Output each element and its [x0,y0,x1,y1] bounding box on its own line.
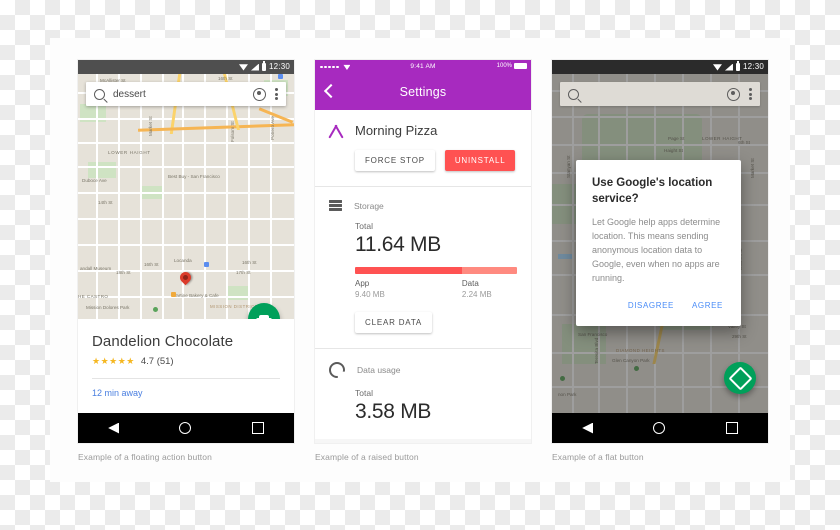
status-time: 12:30 [268,62,290,71]
phone-mock-raised: 9:41 AM 100% Settings Morning Pizza FORC… [315,60,531,462]
wifi-icon [238,64,248,71]
nav-back-icon[interactable] [108,422,120,434]
map-canvas[interactable]: McAllister St LOWER HAIGHT Duboce Ave 14… [78,74,294,319]
nav-home-icon[interactable] [179,422,192,434]
storage-total-label: Total [355,221,373,231]
navigation-diamond-icon [727,365,753,391]
storage-legend-app: App 9.40 MB [355,279,462,299]
battery-icon [514,63,527,69]
storage-legend-data: Data 2.24 MB [462,279,492,299]
back-chevron-icon[interactable] [323,83,339,99]
data-usage-totals: Total 3.58 MB [355,388,517,424]
search-input[interactable]: dessert [113,89,253,100]
force-stop-button[interactable]: FORCE STOP [355,150,435,171]
overflow-menu-icon[interactable] [275,87,278,101]
storage-app-label: App [355,279,370,288]
storage-totals: Total 11.64 MB App 9.40 MB Data 2.24 MB … [355,221,517,333]
phone3-caption: Example of a flat button [552,452,644,462]
phone1-screen: McAllister St LOWER HAIGHT Duboce Ave 14… [78,60,294,443]
storage-app-value: 9.40 MB [355,290,385,299]
signal-icon [250,63,259,71]
system-nav-bar [78,413,294,443]
storage-card: Storage Total 11.64 MB App 9.40 MB Data … [315,187,531,349]
app-action-buttons: FORCE STOP UNINSTALL [355,150,517,171]
page-title: Settings [399,85,447,99]
phone3-screen: Fulton St ALAMO SQUARE Page St Haight St… [552,60,768,443]
system-nav-bar [552,413,768,443]
phone-mock-flat: Fulton St ALAMO SQUARE Page St Haight St… [552,60,768,462]
storage-data-label: Data [461,279,479,288]
search-icon [568,88,579,100]
showcase-stage: McAllister St LOWER HAIGHT Duboce Ave 14… [0,0,840,530]
data-usage-section-label: Data usage [357,365,401,375]
data-usage-card: Data usage Total 3.58 MB [315,349,531,439]
storage-section-label: Storage [354,200,384,211]
agree-button[interactable]: AGREE [690,299,725,312]
status-bar: 12:30 [552,60,768,74]
dialog-title: Use Google's location service? [592,177,713,205]
dialog-body: Let Google help apps determine location.… [592,217,721,283]
settings-scroll[interactable]: Morning Pizza FORCE STOP UNINSTALL Stora… [315,110,531,443]
app-header-card: Morning Pizza FORCE STOP UNINSTALL [315,110,531,187]
app-name: Morning Pizza [355,123,438,138]
storage-bar-app-segment [355,267,462,274]
storage-total-value: 11.64 MB [355,233,441,256]
data-usage-icon [329,362,345,378]
app-row: Morning Pizza [328,123,517,138]
floating-action-button[interactable] [724,362,756,394]
battery-icon [735,61,740,71]
nav-back-icon[interactable] [582,422,594,434]
data-usage-total-value: 3.58 MB [355,400,432,423]
search-bar[interactable] [560,82,760,106]
storage-bar [355,267,517,274]
phone2-caption: Example of a raised button [315,452,419,462]
dialog-actions: DISAGREE AGREE [592,299,725,320]
wifi-icon [712,64,722,71]
eta-link[interactable]: 12 min away [92,388,280,398]
uninstall-button[interactable]: UNINSTALL [444,150,516,171]
my-location-icon[interactable] [727,87,740,101]
status-bar: 12:30 [78,60,294,74]
my-location-icon[interactable] [253,87,266,101]
battery-icon [261,61,266,71]
status-bar: 9:41 AM 100% [315,60,531,74]
storage-data-value: 2.24 MB [461,290,492,299]
place-title: Dandelion Chocolate [92,333,234,350]
nav-recents-icon[interactable] [251,422,264,434]
battery-indicator: 100% [497,63,527,69]
clear-data-button[interactable]: CLEAR DATA [355,312,433,333]
overflow-menu-icon[interactable] [749,87,752,101]
battery-percent: 100% [496,63,512,69]
nav-home-icon[interactable] [653,422,666,434]
storage-section-header: Storage [329,200,517,211]
search-icon [94,88,105,100]
signal-icon [724,63,733,71]
status-time: 12:30 [742,62,764,71]
divider [92,378,280,379]
storage-icon [329,200,342,211]
search-bar[interactable]: dessert [86,82,286,106]
data-usage-section-header: Data usage [329,362,517,378]
location-permission-dialog: Use Google's location service? Let Googl… [576,160,741,326]
rating-row: ★★★★★ 4.7 (51) [92,356,280,367]
star-rating-icon: ★★★★★ [92,356,135,366]
rating-value: 4.7 (51) [140,356,174,367]
app-bar: Settings [315,74,531,110]
storage-legend: App 9.40 MB Data 2.24 MB [355,279,517,299]
place-info-sheet: Dandelion Chocolate ★★★★★ 4.7 (51) 12 mi… [78,319,294,413]
nav-recents-icon[interactable] [725,422,738,434]
disagree-button[interactable]: DISAGREE [626,299,676,312]
phone2-screen: 9:41 AM 100% Settings Morning Pizza FORC… [315,60,531,443]
data-usage-total-label: Total [355,388,373,398]
utensils-icon [328,124,344,138]
phone1-caption: Example of a floating action button [78,452,212,462]
storage-bar-data-segment [461,267,517,274]
phone-mock-fab: McAllister St LOWER HAIGHT Duboce Ave 14… [78,60,294,462]
